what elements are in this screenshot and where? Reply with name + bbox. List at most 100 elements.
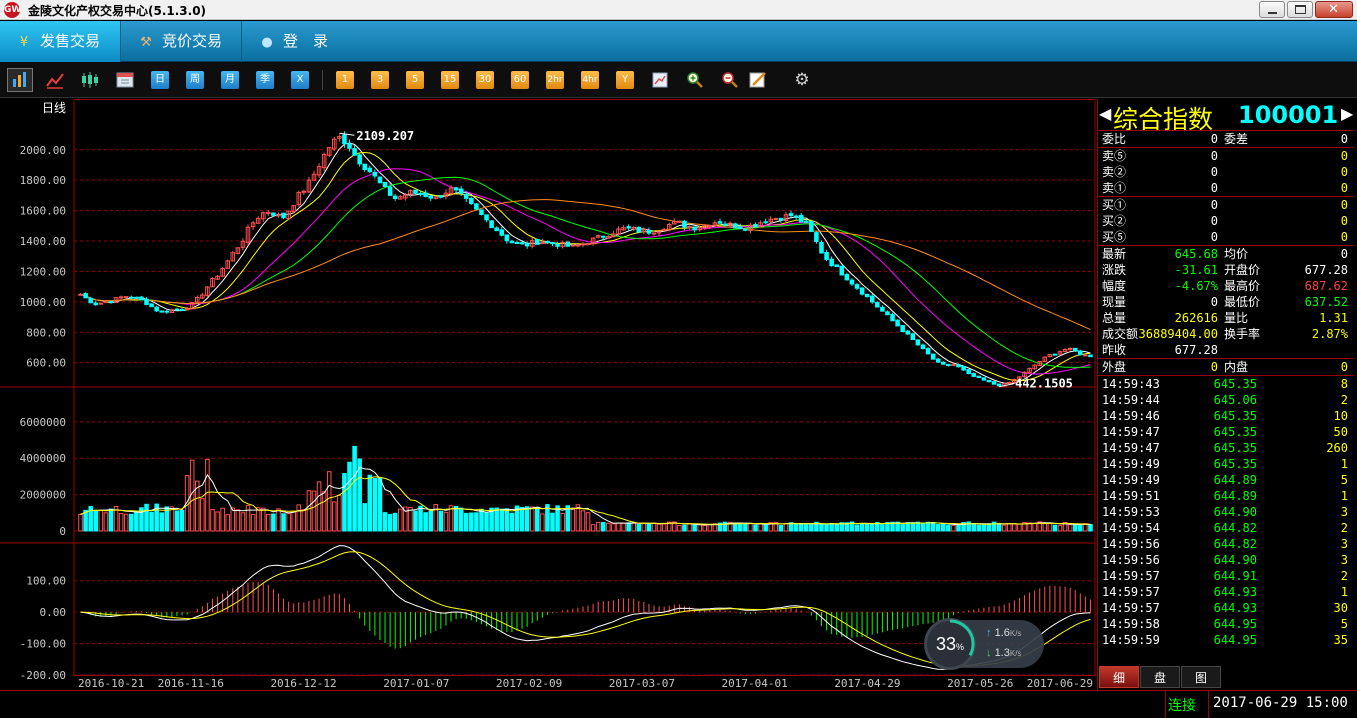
stat-value: 645.68 bbox=[1174, 247, 1218, 261]
period-week-button[interactable]: 周 bbox=[186, 71, 204, 89]
candle-body bbox=[387, 186, 393, 196]
tick-volume: 3 bbox=[1340, 553, 1348, 567]
network-speed-widget[interactable]: 33% ↑ 1.6K/s ↓ 1.3K/s bbox=[924, 618, 1044, 670]
toolbar-divider bbox=[322, 70, 323, 90]
tick-price: 644.95 bbox=[1213, 633, 1257, 647]
tick-volume: 8 bbox=[1340, 377, 1348, 391]
price-tick-label: 1000.00 bbox=[20, 296, 66, 309]
minute-60-button[interactable]: 60 bbox=[511, 71, 529, 89]
tab-chart[interactable]: 图 bbox=[1181, 666, 1221, 688]
candle-body bbox=[986, 379, 992, 383]
candle-body bbox=[941, 361, 946, 365]
chevron-right-icon[interactable]: ▶ bbox=[1341, 104, 1353, 123]
volume-bar bbox=[971, 523, 977, 532]
tab-detail[interactable]: 细 bbox=[1099, 666, 1139, 688]
volume-ma5-line bbox=[80, 466, 1091, 526]
zoom-in-icon[interactable] bbox=[685, 70, 705, 90]
sell-volume: 0 bbox=[1340, 165, 1348, 179]
minute-15-button[interactable]: 15 bbox=[441, 71, 459, 89]
tick-volume: 50 bbox=[1333, 425, 1348, 439]
price-tick-label: 800.00 bbox=[26, 326, 66, 339]
tick-price: 644.95 bbox=[1213, 617, 1257, 631]
nav-bid-trading[interactable]: ⚒ 竞价交易 bbox=[122, 21, 242, 62]
kline-bar-chart-icon[interactable] bbox=[7, 68, 33, 92]
period-quarter-button[interactable]: 季 bbox=[256, 71, 274, 89]
volume-bar bbox=[433, 504, 439, 532]
year-button[interactable]: Y bbox=[616, 71, 634, 89]
tick-row: 14:59:56 644.82 3 bbox=[1098, 536, 1354, 552]
period-month-button[interactable]: 月 bbox=[221, 71, 239, 89]
candle-body bbox=[722, 223, 728, 226]
tick-price: 644.82 bbox=[1213, 537, 1257, 551]
stat-value: -4.67% bbox=[1174, 279, 1218, 293]
stat-row: 现量 0 最低价 637.52 bbox=[1098, 294, 1354, 310]
nav-sale-trading[interactable]: ¥ 发售交易 bbox=[0, 21, 121, 62]
draw-line-icon[interactable] bbox=[748, 70, 768, 90]
chevron-left-icon[interactable]: ◀ bbox=[1099, 104, 1111, 123]
candle-body bbox=[809, 220, 814, 232]
tick-time: 14:59:46 bbox=[1102, 409, 1160, 423]
tab-market[interactable]: 盘 bbox=[1140, 666, 1180, 688]
minute-3-button[interactable]: 3 bbox=[371, 71, 389, 89]
period-x-button[interactable]: X bbox=[291, 71, 309, 89]
minute-5-button[interactable]: 5 bbox=[406, 71, 424, 89]
stat-row: 幅度 -4.67% 最高价 687.62 bbox=[1098, 278, 1354, 294]
volume-bar bbox=[438, 510, 444, 532]
tick-time: 14:59:58 bbox=[1102, 617, 1160, 631]
candle-body bbox=[875, 302, 880, 308]
volume-bar bbox=[1032, 522, 1037, 532]
stat-label: 成交额 bbox=[1102, 327, 1139, 341]
candle-body bbox=[352, 148, 357, 156]
outer-value: 0 bbox=[1210, 360, 1218, 374]
buy-price: 0 bbox=[1210, 198, 1218, 212]
outer-label: 外盘 bbox=[1102, 360, 1127, 374]
nav-login[interactable]: ● 登 录 bbox=[243, 21, 353, 62]
minute-1-button[interactable]: 1 bbox=[336, 71, 354, 89]
minimize-button[interactable] bbox=[1259, 1, 1285, 18]
x-axis-label: 2017-01-07 bbox=[383, 677, 449, 690]
line-chart-icon[interactable] bbox=[45, 70, 65, 90]
candle-body bbox=[854, 284, 860, 289]
volume-bar bbox=[78, 513, 83, 532]
tick-volume: 5 bbox=[1340, 473, 1348, 487]
candle-body bbox=[438, 195, 444, 198]
macd-tick-label: -200.00 bbox=[20, 669, 66, 682]
candle-body bbox=[164, 310, 170, 313]
period-day-button[interactable]: 日 bbox=[151, 71, 169, 89]
volume-bar bbox=[707, 524, 713, 532]
close-button[interactable]: ✕ bbox=[1315, 1, 1353, 18]
kline-chart-area[interactable]: 日线 2000.00 1800.00 1600.00 1400.00 1200.00 100… bbox=[0, 99, 1097, 690]
sell-level-label: 卖① bbox=[1102, 181, 1127, 195]
hour-4-button[interactable]: 4hr bbox=[581, 71, 599, 89]
volume-bar bbox=[880, 524, 885, 532]
maximize-button[interactable] bbox=[1287, 1, 1313, 18]
hour-2-button[interactable]: 2hr bbox=[546, 71, 564, 89]
ma5-line bbox=[80, 142, 1091, 385]
volume-bar bbox=[656, 523, 662, 532]
volume-bar bbox=[296, 504, 302, 532]
volume-bar bbox=[621, 522, 626, 532]
buy-price: 0 bbox=[1210, 214, 1218, 228]
gear-icon[interactable]: ⚙ bbox=[792, 70, 812, 90]
volume-bar bbox=[453, 505, 459, 532]
candlestick-icon[interactable] bbox=[80, 70, 100, 90]
candle-body bbox=[463, 193, 469, 199]
volume-bar bbox=[1052, 524, 1058, 532]
volume-bar bbox=[291, 510, 296, 532]
x-axis-label: 2017-03-07 bbox=[609, 677, 675, 690]
candle-body bbox=[372, 171, 378, 177]
volume-bar bbox=[260, 507, 266, 532]
chart-settings-icon[interactable] bbox=[650, 70, 670, 90]
stat-row: 成交额 36889404.00 换手率 2.87% bbox=[1098, 326, 1354, 342]
calendar-icon[interactable] bbox=[115, 70, 135, 90]
volume-bar bbox=[677, 524, 682, 532]
volume-bar bbox=[829, 522, 834, 532]
tick-time: 14:59:56 bbox=[1102, 537, 1160, 551]
buy-level-label: 买② bbox=[1102, 214, 1127, 228]
kline-chart-svg[interactable]: 日线 2000.00 1800.00 1600.00 1400.00 1200.00 100… bbox=[0, 99, 1097, 690]
download-speed: ↓ 1.3K/s bbox=[986, 647, 1022, 659]
zoom-out-icon[interactable] bbox=[720, 70, 740, 90]
tick-time: 14:59:49 bbox=[1102, 457, 1160, 471]
nav-label: 发售交易 bbox=[40, 32, 101, 50]
minute-30-button[interactable]: 30 bbox=[476, 71, 494, 89]
